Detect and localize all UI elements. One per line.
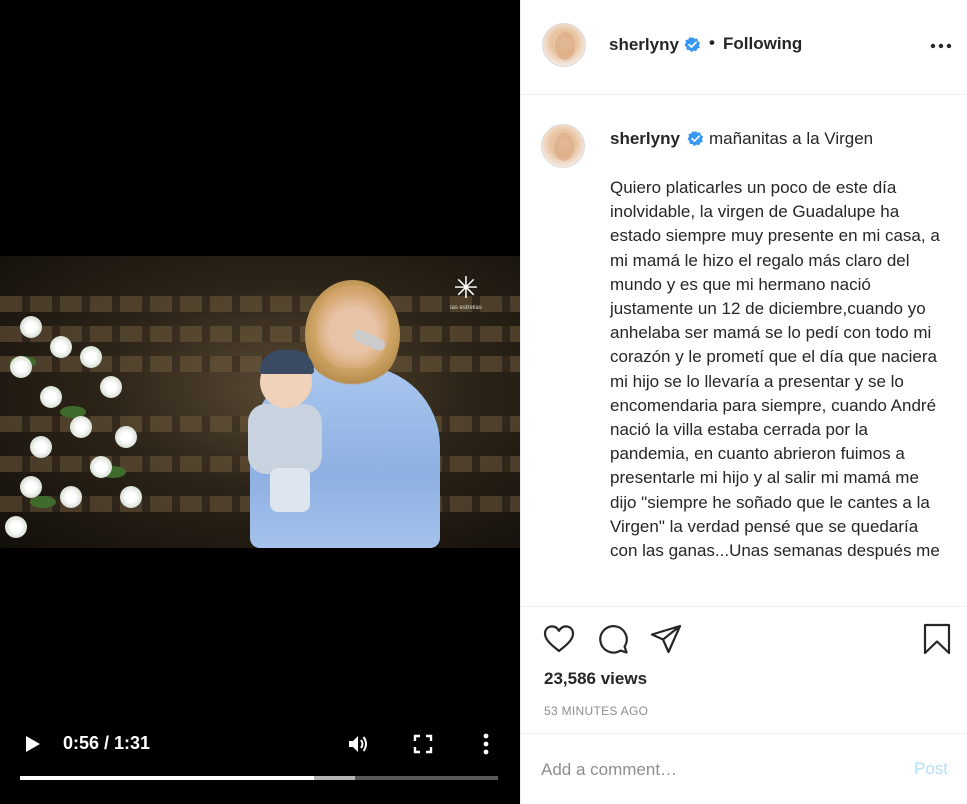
star-logo-icon: ✳ — [453, 271, 479, 306]
following-button[interactable]: Following — [723, 34, 802, 54]
verified-badge-icon — [684, 36, 701, 53]
heart-icon[interactable] — [543, 623, 575, 655]
video-frame[interactable]: ✳ las estrellas — [0, 256, 520, 548]
video-progress-bar[interactable] — [20, 776, 498, 780]
more-options-icon[interactable] — [482, 732, 490, 756]
header-username[interactable]: sherlyny — [609, 35, 679, 55]
video-progress-fill — [20, 776, 314, 780]
post-header: sherlyny • Following — [521, 0, 967, 95]
header-separator: • — [709, 33, 715, 52]
video-controls: 0:56 / 1:31 — [0, 720, 520, 804]
caption-text: Quiero platicarles un poco de este día i… — [610, 178, 940, 561]
video-time: 0:56 / 1:31 — [63, 733, 151, 753]
stadium-seats — [0, 296, 520, 312]
volume-icon[interactable] — [346, 732, 370, 756]
caption-area: sherlyny mañanitas a la Virgen Quiero pl… — [521, 96, 967, 606]
bookmark-icon[interactable] — [921, 623, 953, 655]
caption-username[interactable]: sherlyny — [610, 129, 680, 149]
channel-logo: ✳ las estrellas — [446, 274, 486, 314]
flower-arrangement — [0, 316, 160, 548]
more-options-icon[interactable] — [929, 38, 953, 54]
views-count[interactable]: 23,586 views — [544, 669, 647, 689]
post-panel: sherlyny • Following sherlyny mañanitas … — [520, 0, 967, 804]
avatar[interactable] — [541, 124, 585, 168]
avatar[interactable] — [542, 23, 586, 67]
post-button[interactable]: Post — [914, 759, 948, 779]
play-icon[interactable] — [24, 735, 42, 753]
post-timestamp[interactable]: 53 MINUTES AGO — [544, 704, 648, 718]
share-icon[interactable] — [650, 623, 682, 655]
video-player[interactable]: ✳ las estrellas 0:56 / 1:31 — [0, 0, 520, 804]
comment-bar: Post — [521, 733, 967, 804]
fullscreen-icon[interactable] — [413, 734, 433, 754]
post-actions: 23,586 views 53 MINUTES AGO — [521, 606, 967, 732]
caption-title: mañanitas a la Virgen — [709, 129, 874, 148]
comment-icon[interactable] — [597, 623, 629, 655]
channel-logo-text: las estrellas — [450, 305, 482, 311]
verified-badge-icon — [687, 130, 704, 147]
comment-input[interactable] — [541, 756, 881, 784]
baby — [230, 350, 330, 516]
